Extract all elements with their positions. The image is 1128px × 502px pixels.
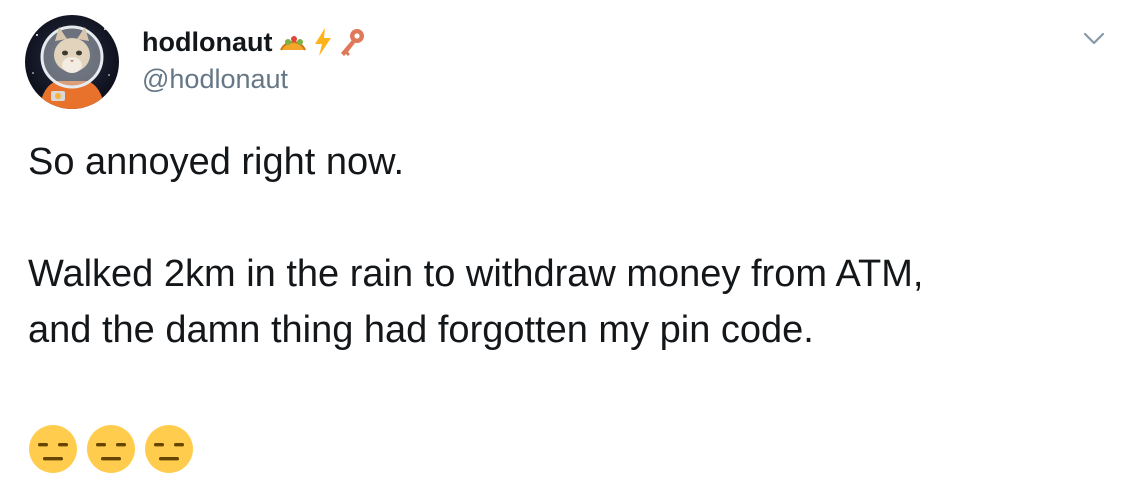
expressionless-face-emoji [29,425,77,473]
lightning-emoji [315,28,332,56]
tweet-text-line: So annoyed right now. [28,141,405,183]
expressionless-face-emoji [145,425,193,473]
tweet-menu-button[interactable] [1080,24,1108,52]
taco-emoji [280,36,307,51]
display-name[interactable]: hodlonaut [142,27,272,58]
tweet-text: So annoyed right now. Walked 2km in the … [28,134,1108,358]
tweet-emoji-row [28,424,194,474]
key-emoji [341,29,365,56]
avatar[interactable] [25,15,119,109]
cat-astronaut-avatar [25,15,119,109]
chevron-down-icon [1083,32,1105,45]
handle[interactable]: @hodlonaut [142,64,288,95]
tweet-card: hodlonaut @hodlonaut So annoyed right no… [0,0,1128,502]
tweet-text-line: and the damn thing had forgotten my pin … [28,309,814,351]
author-name-row: hodlonaut [142,24,366,60]
tweet-text-blank-line [28,190,1108,246]
expressionless-face-emoji [87,425,135,473]
tweet-text-line: Walked 2km in the rain to withdraw money… [28,253,924,295]
name-emojis [278,27,366,57]
